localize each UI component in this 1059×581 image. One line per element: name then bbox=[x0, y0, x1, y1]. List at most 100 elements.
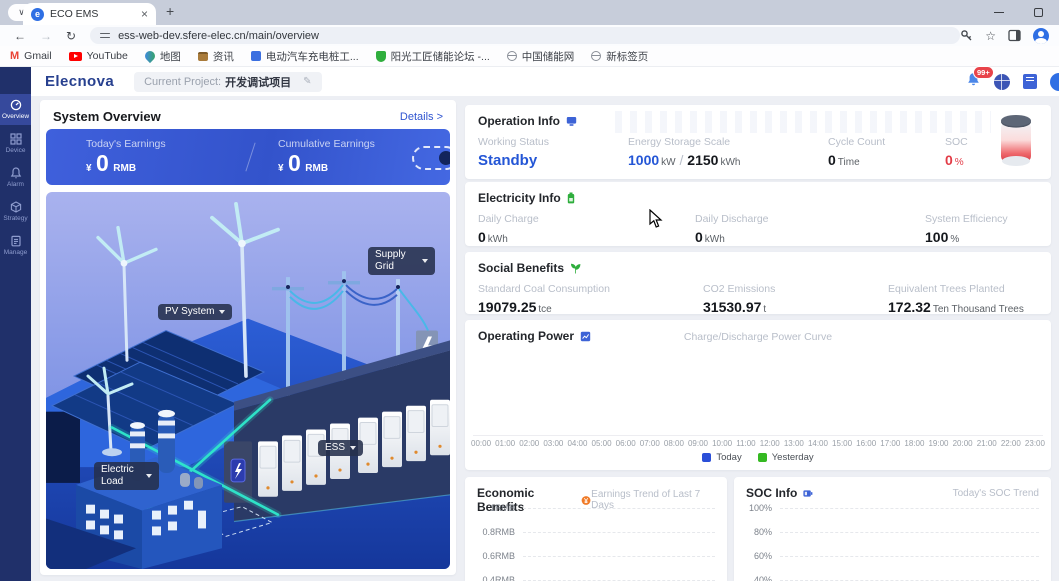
user-avatar[interactable] bbox=[1050, 73, 1059, 91]
chevron-down-icon bbox=[422, 259, 428, 263]
chevron-down-icon bbox=[350, 446, 356, 450]
side-panel-icon[interactable] bbox=[1008, 29, 1021, 42]
card-title: Operation Info bbox=[478, 114, 560, 128]
gridline bbox=[523, 508, 715, 509]
header-icons: 99+ bbox=[966, 72, 1059, 92]
operating-power-card: Operating Power Charge/Discharge Power C… bbox=[465, 320, 1051, 470]
gridline bbox=[780, 556, 1039, 557]
notifications-button[interactable]: 99+ bbox=[966, 72, 981, 92]
y-tick: 100% bbox=[744, 503, 772, 513]
x-axis-tick: 15:00 bbox=[832, 439, 852, 448]
browser-tabstrip: ∨ e ECO EMS × + bbox=[0, 0, 1059, 25]
bookmarks-bar: MGmail YouTube 地图 资讯 电动汽车充电桩工... 阳光工匠储能论… bbox=[0, 46, 1059, 67]
earnings-banner: Today's Earnings ¥ 0 RMB Cumulative Earn… bbox=[46, 129, 450, 185]
bookmark-ev-charger[interactable]: 电动汽车充电桩工... bbox=[251, 49, 359, 64]
mouse-cursor bbox=[649, 209, 663, 229]
gauge-icon bbox=[10, 99, 22, 111]
soc-battery-icon bbox=[802, 488, 813, 499]
project-name: 开发调试项目 bbox=[225, 74, 291, 90]
supply-grid-label[interactable]: Supply Grid bbox=[368, 247, 435, 275]
chart-subtitle: Today's SOC Trend bbox=[953, 488, 1039, 499]
x-axis-tick: 05:00 bbox=[592, 439, 612, 448]
manual-icon[interactable] bbox=[1023, 74, 1037, 89]
x-axis: 00:0001:0002:0003:0004:0005:0006:0007:00… bbox=[471, 439, 1045, 448]
y-tick: 0.8RMB bbox=[475, 527, 515, 537]
back-icon[interactable]: ← bbox=[14, 29, 26, 43]
stat-working-status: Working Status Standby bbox=[478, 136, 628, 169]
x-axis-tick: 02:00 bbox=[519, 439, 539, 448]
x-axis-tick: 06:00 bbox=[616, 439, 636, 448]
card-texture bbox=[615, 111, 991, 133]
sidebar-item-alarm[interactable]: Alarm bbox=[0, 162, 31, 193]
bookmark-maps[interactable]: 地图 bbox=[145, 49, 181, 64]
electric-load-label[interactable]: Electric Load bbox=[94, 462, 159, 490]
stat-co2: CO2 Emissions 31530.97t bbox=[703, 283, 888, 315]
ess-label[interactable]: ESS bbox=[318, 440, 363, 456]
clipboard-icon bbox=[10, 235, 22, 247]
battery-illustration bbox=[997, 114, 1035, 168]
bookmark-cnesa[interactable]: 中国储能网 bbox=[507, 49, 575, 64]
x-axis-tick: 11:00 bbox=[736, 439, 755, 448]
soc-info-card: SOC Info Today's SOC Trend 100% 80% 60% … bbox=[734, 477, 1051, 581]
pv-system-label[interactable]: PV System bbox=[158, 304, 232, 320]
tab-title: ECO EMS bbox=[50, 8, 135, 20]
x-axis-tick: 13:00 bbox=[784, 439, 804, 448]
password-key-icon[interactable] bbox=[960, 29, 973, 42]
youtube-icon bbox=[69, 52, 82, 61]
app-header: Elecnova Current Project: 开发调试项目 ✎ 99+ bbox=[31, 67, 1059, 96]
details-link[interactable]: Details > bbox=[400, 111, 443, 123]
x-axis-tick: 18:00 bbox=[904, 439, 924, 448]
operation-info-card: Operation Info Working Status Standby En… bbox=[465, 105, 1051, 179]
url-bar[interactable]: ess-web-dev.sfere-elec.cn/main/overview bbox=[90, 27, 960, 44]
card-title: SOC Info bbox=[746, 486, 797, 500]
legend-yesterday[interactable]: Yesterday bbox=[758, 452, 814, 463]
maximize-icon[interactable] bbox=[1034, 8, 1043, 17]
legend-today[interactable]: Today bbox=[702, 452, 741, 463]
gridline bbox=[523, 556, 715, 557]
stat-daily-discharge: Daily Discharge 0kWh bbox=[695, 213, 925, 245]
sidebar-item-device[interactable]: Device bbox=[0, 128, 31, 159]
todays-earnings: Today's Earnings ¥ 0 RMB bbox=[86, 138, 166, 176]
x-axis-tick: 16:00 bbox=[856, 439, 876, 448]
new-tab-button[interactable]: + bbox=[166, 3, 174, 19]
brand-logo: Elecnova bbox=[45, 73, 114, 90]
bookmark-forum[interactable]: 阳光工匠储能论坛 -... bbox=[376, 49, 490, 64]
x-axis-tick: 14:00 bbox=[808, 439, 828, 448]
x-axis-tick: 08:00 bbox=[664, 439, 684, 448]
y-tick: 1RMB bbox=[475, 503, 515, 513]
forward-icon[interactable]: → bbox=[40, 29, 52, 43]
reload-icon[interactable]: ↻ bbox=[66, 29, 76, 43]
y-tick: 80% bbox=[744, 527, 772, 537]
bookmark-youtube[interactable]: YouTube bbox=[69, 50, 128, 62]
bookmark-star-icon[interactable]: ☆ bbox=[985, 30, 996, 42]
x-axis-tick: 17:00 bbox=[880, 439, 900, 448]
x-axis-tick: 12:00 bbox=[760, 439, 780, 448]
device-grid-icon bbox=[10, 133, 22, 145]
y-tick: 0.6RMB bbox=[475, 551, 515, 561]
sidebar-item-manage[interactable]: Manage bbox=[0, 230, 31, 261]
bookmark-news[interactable]: 资讯 bbox=[198, 49, 234, 64]
y-tick: 0.4RMB bbox=[475, 575, 515, 581]
x-axis-tick: 07:00 bbox=[640, 439, 660, 448]
tab-close-icon[interactable]: × bbox=[141, 8, 148, 20]
sidebar-item-overview[interactable]: Overview bbox=[0, 94, 31, 125]
minimize-icon[interactable] bbox=[994, 12, 1004, 13]
power-chart-plot-area bbox=[473, 350, 1043, 436]
system-overview-panel: System Overview Details > Today's Earnin… bbox=[40, 100, 456, 575]
site-info-icon[interactable] bbox=[100, 33, 110, 38]
url-text[interactable]: ess-web-dev.sfere-elec.cn/main/overview bbox=[118, 30, 319, 42]
electricity-info-card: Electricity Info Daily Charge 0kWh Daily… bbox=[465, 182, 1051, 246]
bookmark-gmail[interactable]: MGmail bbox=[10, 50, 52, 62]
browser-profile-avatar[interactable] bbox=[1033, 28, 1049, 44]
stat-cycle-count: Cycle Count 0Time bbox=[828, 136, 945, 169]
edit-icon[interactable]: ✎ bbox=[303, 76, 311, 87]
sidebar-item-strategy[interactable]: Strategy bbox=[0, 196, 31, 227]
bookmark-newtab[interactable]: 新标签页 bbox=[591, 49, 648, 64]
gridline bbox=[780, 532, 1039, 533]
language-icon[interactable] bbox=[994, 74, 1010, 90]
energy-scene-illustration: PV System Supply Grid ESS Electric Load bbox=[46, 192, 450, 569]
alarm-bell-icon bbox=[10, 167, 22, 179]
browser-tab[interactable]: e ECO EMS × bbox=[23, 3, 156, 25]
x-axis-tick: 01:00 bbox=[495, 439, 515, 448]
current-project-selector[interactable]: Current Project: 开发调试项目 ✎ bbox=[134, 72, 321, 92]
